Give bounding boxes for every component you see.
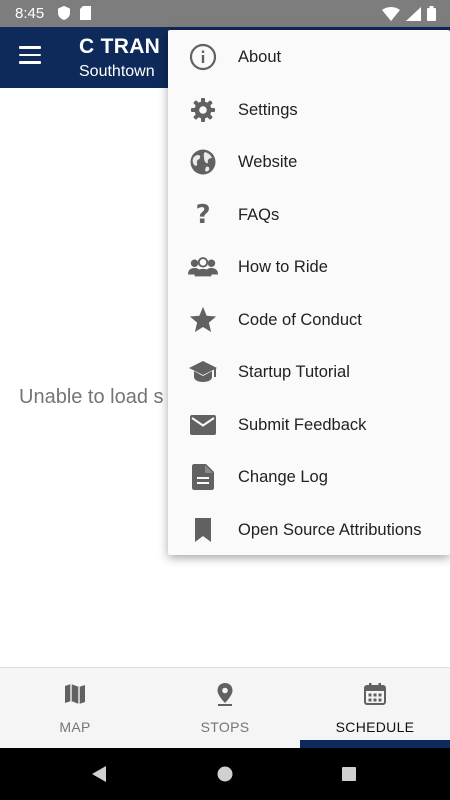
- home-icon[interactable]: [217, 766, 233, 782]
- question-icon: ?: [195, 200, 211, 230]
- menu-item-code-of-conduct[interactable]: Code of Conduct: [168, 294, 450, 346]
- gear-icon: [188, 95, 218, 125]
- tab-schedule[interactable]: SCHEDULE: [300, 668, 450, 749]
- menu-item-settings[interactable]: Settings: [168, 84, 450, 136]
- menu-label-about: About: [238, 47, 282, 66]
- people-icon: [188, 252, 218, 282]
- menu-item-how-to-ride[interactable]: How to Ride: [168, 241, 450, 293]
- bookmark-icon: [188, 515, 218, 545]
- shield-icon: [58, 6, 70, 20]
- menu-label-change-log: Change Log: [238, 467, 328, 486]
- menu-item-about[interactable]: About: [168, 31, 450, 83]
- wifi-icon: [382, 6, 400, 21]
- system-navigation-bar: [0, 748, 450, 800]
- signal-icon: [406, 6, 421, 21]
- info-icon: [188, 42, 218, 72]
- hamburger-menu-icon[interactable]: [19, 46, 41, 64]
- bottom-navigation: MAP STOPS SCHEDULE: [0, 667, 450, 749]
- sd-card-icon: [80, 6, 91, 20]
- overflow-menu: About Settings Website ? FAQs How to Rid…: [168, 30, 450, 555]
- menu-label-code-of-conduct: Code of Conduct: [238, 310, 362, 329]
- email-icon: [188, 410, 218, 440]
- menu-label-settings: Settings: [238, 100, 298, 119]
- menu-item-submit-feedback[interactable]: Submit Feedback: [168, 399, 450, 451]
- app-title: C TRAN: [79, 35, 161, 58]
- back-icon[interactable]: [91, 766, 107, 782]
- menu-item-change-log[interactable]: Change Log: [168, 451, 450, 503]
- menu-label-startup-tutorial: Startup Tutorial: [238, 362, 350, 381]
- calendar-icon: [364, 683, 386, 705]
- document-icon: [188, 462, 218, 492]
- error-message: Unable to load s: [19, 386, 164, 408]
- menu-label-how-to-ride: How to Ride: [238, 257, 328, 276]
- tab-label-schedule: SCHEDULE: [335, 719, 415, 735]
- status-time: 8:45: [15, 5, 45, 22]
- menu-item-website[interactable]: Website: [168, 136, 450, 188]
- menu-label-website: Website: [238, 152, 298, 171]
- battery-icon: [427, 6, 436, 21]
- status-bar: 8:45: [0, 0, 450, 27]
- tab-stops[interactable]: STOPS: [150, 668, 300, 749]
- location-pin-icon: [217, 683, 233, 706]
- menu-item-faqs[interactable]: ? FAQs: [168, 189, 450, 241]
- menu-item-startup-tutorial[interactable]: Startup Tutorial: [168, 346, 450, 398]
- menu-label-faqs: FAQs: [238, 205, 280, 224]
- menu-item-open-source-attributions[interactable]: Open Source Attributions: [168, 504, 450, 556]
- recents-icon[interactable]: [342, 767, 356, 781]
- menu-label-open-source-attributions: Open Source Attributions: [238, 520, 422, 539]
- tab-label-stops: STOPS: [200, 719, 250, 735]
- tab-map[interactable]: MAP: [0, 668, 150, 749]
- app-subtitle: Southtown: [79, 63, 155, 80]
- map-icon: [65, 684, 85, 704]
- menu-label-submit-feedback: Submit Feedback: [238, 415, 367, 434]
- globe-icon: [188, 147, 218, 177]
- graduation-cap-icon: [188, 357, 218, 387]
- star-icon: [188, 305, 218, 335]
- tab-label-map: MAP: [59, 719, 91, 735]
